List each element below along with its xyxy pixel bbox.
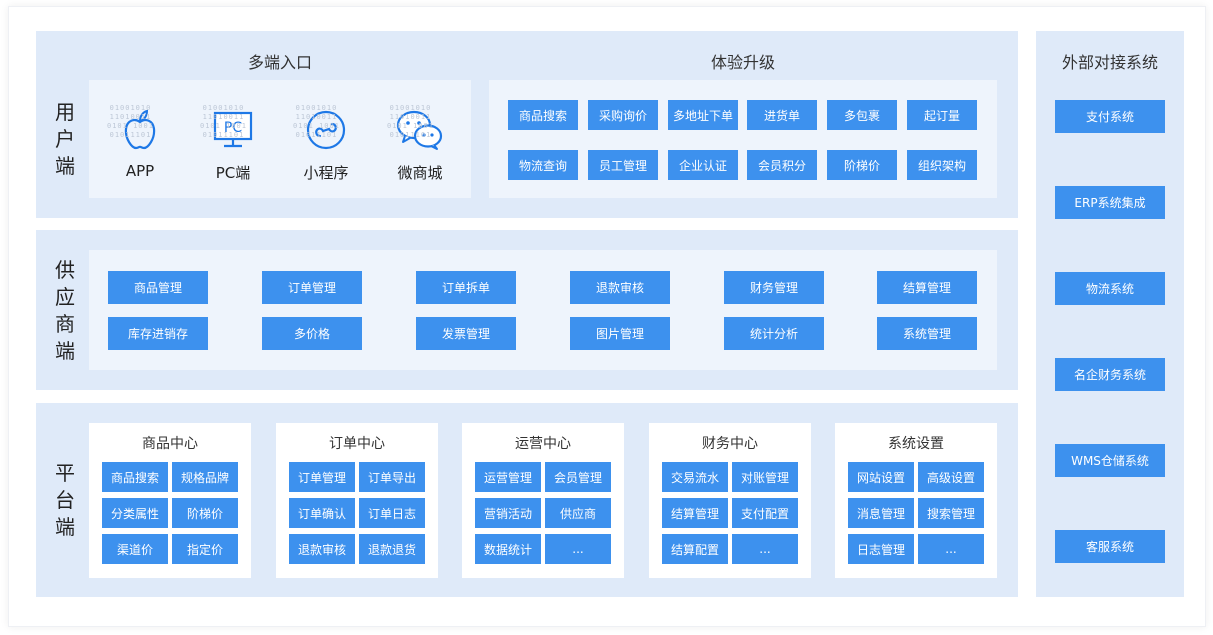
supplier-side-label: 供应商端	[55, 258, 75, 363]
ext-logistics-system[interactable]: 物流系统	[1055, 272, 1165, 305]
sup-statistics[interactable]: 统计分析	[724, 317, 824, 350]
exp-multi-address-order[interactable]: 多地址下单	[668, 100, 738, 130]
plat-refund-review[interactable]: 退款审核	[289, 534, 355, 564]
group-title: 商品中心	[142, 436, 198, 452]
plat-designated-price[interactable]: 指定价	[172, 534, 238, 564]
user-side-label: 用户端	[55, 100, 75, 178]
sup-refund-review[interactable]: 退款审核	[570, 271, 670, 304]
sup-finance-management[interactable]: 财务管理	[724, 271, 824, 304]
plat-tier-price[interactable]: 阶梯价	[172, 498, 238, 528]
exp-enterprise-cert[interactable]: 企业认证	[668, 150, 738, 180]
exp-staff-management[interactable]: 员工管理	[588, 150, 658, 180]
entry-mini-program[interactable]: 01001010 11010011 0101 1001 01011101 小程序	[289, 100, 363, 183]
plat-site-settings[interactable]: 网站设置	[848, 462, 914, 492]
experience-title: 体验升级	[710, 53, 775, 72]
exp-tier-price[interactable]: 阶梯价	[827, 150, 897, 180]
exp-org-structure[interactable]: 组织架构	[907, 150, 977, 180]
plat-log-management[interactable]: 日志管理	[848, 534, 914, 564]
experience-panel	[489, 80, 997, 198]
sup-inventory[interactable]: 库存进销存	[108, 317, 208, 350]
entry-pc-label: PC端	[215, 164, 251, 182]
ext-payment-system[interactable]: 支付系统	[1055, 100, 1165, 133]
plat-order-confirm[interactable]: 订单确认	[289, 498, 355, 528]
sup-order-split[interactable]: 订单拆单	[416, 271, 516, 304]
exp-purchase-list[interactable]: 进货单	[747, 100, 817, 130]
exp-product-search[interactable]: 商品搜索	[508, 100, 578, 130]
plat-channel-price[interactable]: 渠道价	[102, 534, 168, 564]
plat-settlement-management[interactable]: 结算管理	[662, 498, 728, 528]
exp-member-points[interactable]: 会员积分	[747, 150, 817, 180]
entry-wechat-mall-label: 微商城	[397, 164, 443, 182]
sup-settlement-management[interactable]: 结算管理	[877, 271, 977, 304]
supplier-panel	[89, 250, 997, 370]
plat-order-export[interactable]: 订单导出	[359, 462, 425, 492]
plat-spec-brand[interactable]: 规格品牌	[172, 462, 238, 492]
plat-data-statistics[interactable]: 数据统计	[475, 534, 541, 564]
ext-finance-system[interactable]: 名企财务系统	[1055, 358, 1165, 391]
ext-customer-service[interactable]: 客服系统	[1055, 530, 1165, 563]
plat-order-management[interactable]: 订单管理	[289, 462, 355, 492]
multi-entry-title: 多端入口	[247, 53, 312, 72]
group-title: 订单中心	[329, 436, 385, 452]
plat-advanced-settings[interactable]: 高级设置	[918, 462, 984, 492]
sup-order-management[interactable]: 订单管理	[262, 271, 362, 304]
entry-app-label: APP	[125, 162, 155, 180]
plat-operation-more[interactable]: ...	[545, 534, 611, 564]
plat-search-management[interactable]: 搜索管理	[918, 498, 984, 528]
plat-transaction-flow[interactable]: 交易流水	[662, 462, 728, 492]
plat-payment-config[interactable]: 支付配置	[732, 498, 798, 528]
exp-logistics-query[interactable]: 物流查询	[508, 150, 578, 180]
group-title: 运营中心	[515, 436, 571, 452]
plat-finance-more[interactable]: ...	[732, 534, 798, 564]
sup-system-management[interactable]: 系统管理	[877, 317, 977, 350]
plat-category-attr[interactable]: 分类属性	[102, 498, 168, 528]
exp-min-order[interactable]: 起订量	[907, 100, 977, 130]
external-systems-title: 外部对接系统	[1061, 53, 1158, 72]
exp-multi-package[interactable]: 多包裹	[827, 100, 897, 130]
ext-erp-integration[interactable]: ERP系统集成	[1055, 186, 1165, 219]
entry-pc[interactable]: 01001010 11010011 0101 1001 01011101 PC PC端	[196, 100, 270, 183]
sup-image-management[interactable]: 图片管理	[570, 317, 670, 350]
plat-marketing[interactable]: 营销活动	[475, 498, 541, 528]
group-title: 财务中心	[702, 436, 758, 452]
exp-purchase-inquiry[interactable]: 采购询价	[588, 100, 658, 130]
group-title: 系统设置	[888, 436, 944, 452]
plat-refund-return[interactable]: 退款退货	[359, 534, 425, 564]
plat-system-more[interactable]: ...	[918, 534, 984, 564]
platform-side-label: 平台端	[55, 461, 75, 539]
entry-wechat-mall[interactable]: 01001010 11010011 0101 1001 01011101 微商城	[383, 100, 457, 183]
plat-supplier[interactable]: 供应商	[545, 498, 611, 528]
plat-order-log[interactable]: 订单日志	[359, 498, 425, 528]
sup-invoice-management[interactable]: 发票管理	[416, 317, 516, 350]
plat-reconciliation[interactable]: 对账管理	[732, 462, 798, 492]
plat-product-search[interactable]: 商品搜索	[102, 462, 168, 492]
entry-app[interactable]: 01001010 11010011 0101 1001 01011101 APP	[103, 100, 177, 180]
ext-wms-system[interactable]: WMS仓储系统	[1055, 444, 1165, 477]
sup-product-management[interactable]: 商品管理	[108, 271, 208, 304]
entry-mini-program-label: 小程序	[303, 164, 349, 182]
sup-multi-price[interactable]: 多价格	[262, 317, 362, 350]
plat-member-management[interactable]: 会员管理	[545, 462, 611, 492]
plat-message-management[interactable]: 消息管理	[848, 498, 914, 528]
plat-settlement-config[interactable]: 结算配置	[662, 534, 728, 564]
plat-operation-management[interactable]: 运营管理	[475, 462, 541, 492]
